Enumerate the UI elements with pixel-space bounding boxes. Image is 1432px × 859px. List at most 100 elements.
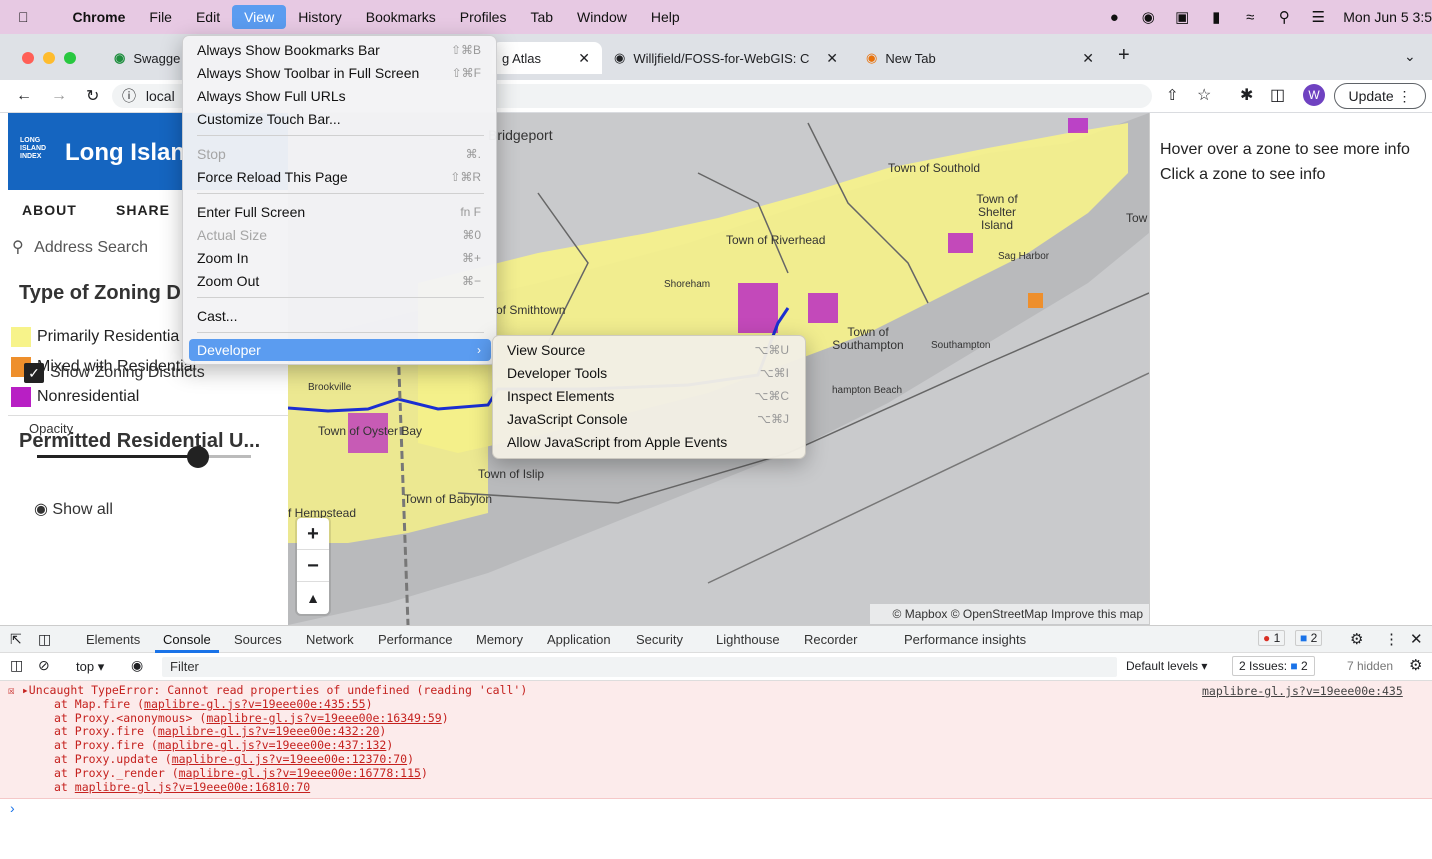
devtools-tab-network[interactable]: Network <box>306 632 354 647</box>
stack-link[interactable]: maplibre-gl.js?v=19eee00e:16778:115 <box>179 766 421 780</box>
inspect-icon[interactable]: ⇱ <box>10 631 22 648</box>
error-source-link[interactable]: maplibre-gl.js?v=19eee00e:435 <box>1202 684 1403 698</box>
tab-search-icon[interactable]: ⌄ <box>1404 48 1416 65</box>
devtools-tab-performance[interactable]: Performance <box>378 632 452 647</box>
elephant-icon[interactable]: ● <box>1105 9 1123 26</box>
devtools-tab-security[interactable]: Security <box>636 632 683 647</box>
bookmark-star-icon[interactable]: ☆ <box>1197 85 1211 105</box>
console-error-message[interactable]: ☒ ▸Uncaught TypeError: Cannot read prope… <box>0 681 1432 799</box>
menu-view[interactable]: View <box>232 5 287 29</box>
close-tab-icon[interactable]: ✕ <box>578 50 590 67</box>
context-selector[interactable]: top ▾ <box>76 659 104 675</box>
close-window-icon[interactable] <box>22 52 34 64</box>
menu-item-javascript-console[interactable]: JavaScript Console ⌥⌘J <box>499 408 799 430</box>
spotlight-search-icon[interactable]: ⚲ <box>1275 8 1293 26</box>
stack-link[interactable]: maplibre-gl.js?v=19eee00e:435:55 <box>144 697 366 711</box>
close-tab-icon[interactable]: ✕ <box>826 50 838 67</box>
menu-edit[interactable]: Edit <box>184 5 232 29</box>
nav-about[interactable]: ABOUT <box>22 202 77 218</box>
kebab-menu-icon[interactable]: ⋮ <box>1384 630 1399 648</box>
menu-history[interactable]: History <box>286 5 354 29</box>
zoom-window-icon[interactable] <box>64 52 76 64</box>
menu-item-always-show-toolbar[interactable]: Always Show Toolbar in Full Screen ⇧⌘F <box>189 62 491 84</box>
menu-item-allow-javascript-apple-events[interactable]: Allow JavaScript from Apple Events <box>499 431 799 453</box>
share-icon[interactable]: ⇧ <box>1166 86 1179 104</box>
mixed-zone[interactable] <box>1028 293 1043 308</box>
nonresidential-zone[interactable] <box>1068 118 1088 133</box>
legend-item-nonresidential[interactable]: Nonresidential <box>11 387 139 407</box>
map-attribution[interactable]: © Mapbox © OpenStreetMap Improve this ma… <box>870 604 1149 624</box>
forward-icon[interactable]: → <box>51 87 67 105</box>
side-panel-icon[interactable]: ◫ <box>1270 85 1285 105</box>
tab-swagger[interactable]: ◉ Swagge <box>104 42 184 74</box>
devtools-tab-performance-insights[interactable]: Performance insights <box>904 632 1026 647</box>
stack-link[interactable]: maplibre-gl.js?v=19eee00e:16349:59 <box>206 711 441 725</box>
close-devtools-icon[interactable]: ✕ <box>1410 630 1423 648</box>
tab-new-tab[interactable]: ◉ New Tab ✕ <box>856 42 1106 74</box>
menu-item-enter-full-screen[interactable]: Enter Full Screen fn F <box>189 201 491 223</box>
zoom-out-button[interactable]: − <box>297 550 329 582</box>
stack-link[interactable]: maplibre-gl.js?v=19eee00e:437:132 <box>158 738 386 752</box>
default-levels-dropdown[interactable]: Default levels ▾ <box>1126 659 1207 673</box>
back-icon[interactable]: ← <box>16 87 32 105</box>
menu-tab[interactable]: Tab <box>518 5 565 29</box>
minimize-window-icon[interactable] <box>43 52 55 64</box>
console-settings-gear-icon[interactable]: ⚙ <box>1409 656 1422 674</box>
device-toolbar-icon[interactable]: ◫ <box>38 631 51 648</box>
menu-item-developer-tools[interactable]: Developer Tools ⌥⌘I <box>499 362 799 384</box>
apple-menu-icon[interactable]:  <box>6 5 41 29</box>
close-tab-icon[interactable]: ✕ <box>1082 50 1094 67</box>
console-prompt[interactable]: › <box>10 800 15 816</box>
live-expression-eye-icon[interactable]: ◉ <box>131 657 143 674</box>
site-info-icon[interactable]: ⓘ <box>122 88 136 104</box>
menu-file[interactable]: File <box>137 5 184 29</box>
show-zoning-checkbox[interactable]: ✓ Show Zoning Districts <box>24 363 205 383</box>
new-tab-button[interactable]: + <box>1118 44 1130 67</box>
menu-item-always-show-bookmarks-bar[interactable]: Always Show Bookmarks Bar ⇧⌘B <box>189 39 491 61</box>
stack-link[interactable]: maplibre-gl.js?v=19eee00e:432:20 <box>158 724 380 738</box>
menubar-clock[interactable]: Mon Jun 5 3:5 <box>1343 9 1432 25</box>
menu-chrome[interactable]: Chrome <box>61 5 138 29</box>
menu-window[interactable]: Window <box>565 5 639 29</box>
show-all-radio[interactable]: ◉ Show all <box>34 499 113 519</box>
error-count-badge[interactable]: ● 1 <box>1258 630 1286 646</box>
devtools-tab-memory[interactable]: Memory <box>476 632 523 647</box>
nonresidential-zone[interactable] <box>948 233 973 253</box>
devtools-tab-sources[interactable]: Sources <box>234 632 282 647</box>
profile-avatar[interactable]: W <box>1303 84 1325 106</box>
opacity-slider-thumb[interactable] <box>187 446 209 468</box>
display-icon[interactable]: ▣ <box>1173 8 1191 26</box>
devtools-tab-elements[interactable]: Elements <box>86 632 140 647</box>
stack-link[interactable]: maplibre-gl.js?v=19eee00e:16810:70 <box>75 780 310 794</box>
zoom-in-button[interactable]: + <box>297 518 329 550</box>
menu-help[interactable]: Help <box>639 5 692 29</box>
control-center-icon[interactable]: ☰ <box>1309 8 1327 26</box>
clear-console-icon[interactable]: ⊘ <box>38 657 50 674</box>
menu-item-always-show-full-urls[interactable]: Always Show Full URLs <box>189 85 491 107</box>
menu-item-inspect-elements[interactable]: Inspect Elements ⌥⌘C <box>499 385 799 407</box>
menu-profiles[interactable]: Profiles <box>448 5 519 29</box>
tab-github[interactable]: ◉ Willjfield/FOSS-for-WebGIS: C ✕ <box>604 42 850 74</box>
update-button[interactable]: Update ⋮ <box>1334 83 1426 109</box>
extensions-icon[interactable]: ✱ <box>1240 85 1253 105</box>
battery-icon[interactable]: ▮ <box>1207 8 1225 26</box>
menu-bookmarks[interactable]: Bookmarks <box>354 5 448 29</box>
nonresidential-zone[interactable] <box>808 293 838 323</box>
devtools-tab-application[interactable]: Application <box>547 632 611 647</box>
wifi-icon[interactable]: ≈ <box>1241 9 1259 26</box>
console-filter-input[interactable]: Filter <box>162 657 1117 677</box>
issues-button[interactable]: 2 Issues: ■ 2 <box>1232 656 1315 676</box>
stack-link[interactable]: maplibre-gl.js?v=19eee00e:12370:70 <box>172 752 407 766</box>
devtools-tab-console[interactable]: Console <box>163 632 211 647</box>
message-count-badge[interactable]: ■ 2 <box>1295 630 1323 646</box>
menu-item-zoom-in[interactable]: Zoom In ⌘+ <box>189 247 491 269</box>
reload-icon[interactable]: ↻ <box>86 86 99 106</box>
legend-item-residential[interactable]: Primarily Residentia <box>11 327 179 347</box>
devtools-tab-lighthouse[interactable]: Lighthouse <box>716 632 780 647</box>
menu-item-force-reload[interactable]: Force Reload This Page ⇧⌘R <box>189 166 491 188</box>
menu-item-customize-touch-bar[interactable]: Customize Touch Bar... <box>189 108 491 130</box>
menu-item-developer[interactable]: Developer › <box>189 339 491 361</box>
compass-icon[interactable]: ▲ <box>297 582 329 614</box>
address-search-input[interactable]: ⚲ Address Search <box>12 237 148 257</box>
devtools-tab-recorder[interactable]: Recorder <box>804 632 857 647</box>
